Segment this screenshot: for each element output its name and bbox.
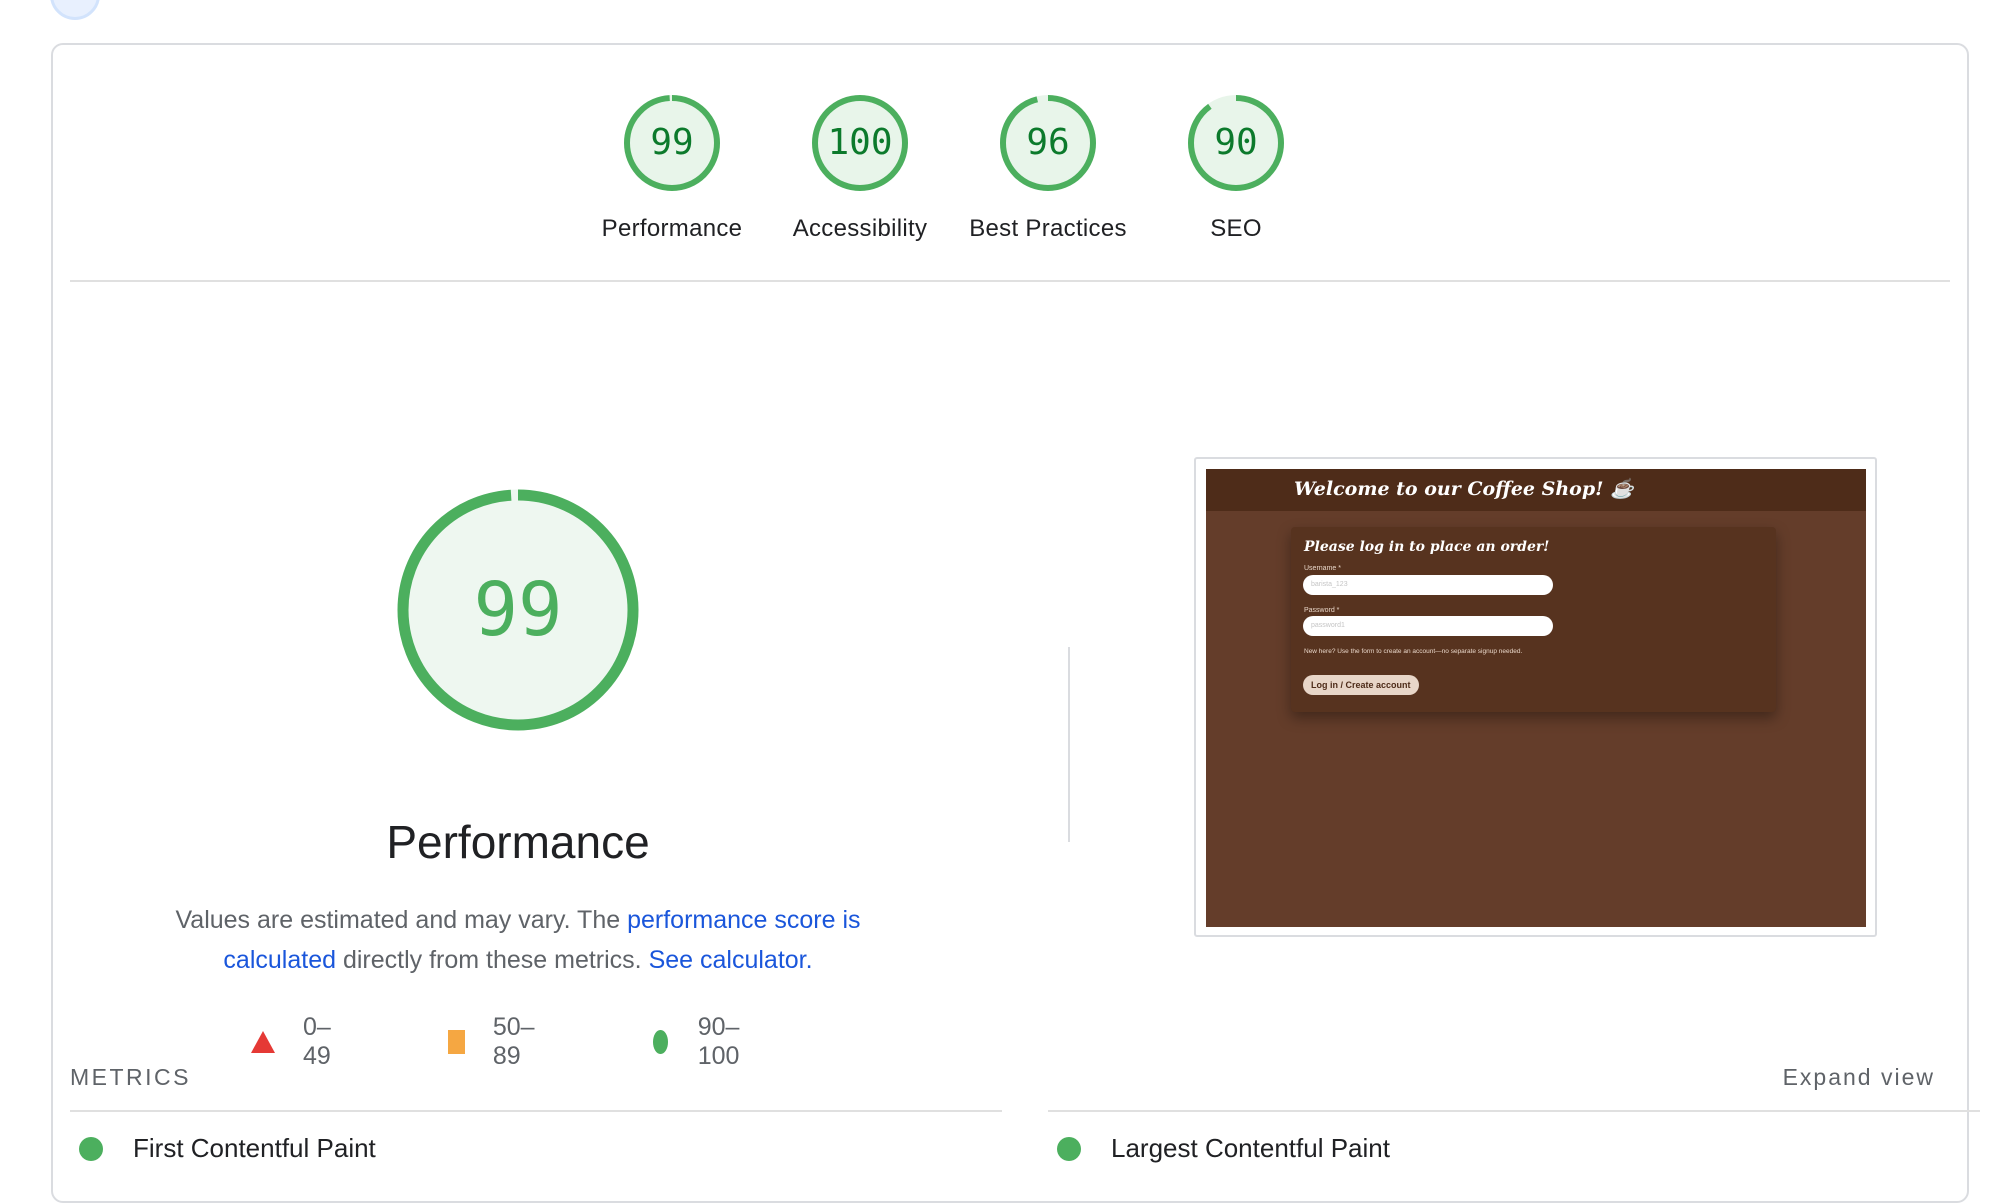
gauge-score: 99 — [650, 122, 694, 163]
gauge-score: 90 — [1214, 122, 1258, 163]
screenshot-header: Welcome to our Coffee Shop! ☕ — [1206, 469, 1866, 511]
screenshot-hint-text: New here? Use the form to create an acco… — [1304, 648, 1523, 655]
screenshot-username-field: barista_123 — [1303, 575, 1553, 595]
metric-first-contentful-paint[interactable]: First Contentful Paint — [79, 1133, 376, 1164]
final-screenshot: Welcome to our Coffee Shop! ☕ Please log… — [1206, 469, 1866, 927]
legend-fail: 0–49 — [251, 1013, 331, 1071]
legend-average: 50–89 — [448, 1013, 542, 1071]
gauge-score: 96 — [1026, 122, 1070, 163]
legend-pass: 90–100 — [653, 1013, 749, 1071]
metric-largest-contentful-paint[interactable]: Largest Contentful Paint — [1057, 1133, 1390, 1164]
performance-description: Values are estimated and may vary. The p… — [168, 900, 868, 980]
screenshot-header-title: Welcome to our Coffee Shop! ☕ — [1294, 478, 1634, 500]
main-gauge-score: 99 — [473, 567, 563, 653]
vertical-divider — [1068, 647, 1070, 842]
desc-text-1: Values are estimated and may vary. The — [175, 906, 628, 934]
pass-dot-icon — [79, 1136, 103, 1161]
gauge-best-practices[interactable]: 96 Best Practices — [948, 93, 1148, 243]
gauge-label: Accessibility — [792, 215, 928, 242]
gauge-label: Performance — [601, 215, 743, 242]
square-icon — [448, 1030, 465, 1054]
screenshot-password-field: password1 — [1303, 616, 1553, 636]
gauge-accessibility[interactable]: 100 Accessibility — [760, 93, 960, 243]
top-header-partial — [0, 0, 2002, 20]
header-gauge-icon — [50, 0, 100, 20]
metric-label: Largest Contentful Paint — [1111, 1133, 1390, 1163]
performance-main-gauge: 99 — [393, 485, 643, 735]
gauge-label: SEO — [1210, 215, 1262, 242]
final-screenshot-frame[interactable]: Welcome to our Coffee Shop! ☕ Please log… — [1194, 457, 1877, 937]
expand-view-toggle[interactable]: Expand view — [1783, 1064, 1935, 1091]
triangle-icon — [251, 1031, 275, 1053]
metrics-heading: METRICS — [70, 1064, 191, 1090]
screenshot-login-panel: Please log in to place an order! Usernam… — [1291, 527, 1776, 712]
see-calculator-link[interactable]: See calculator. — [649, 946, 813, 974]
legend-range: 0–49 — [303, 1013, 331, 1070]
desc-text-2: directly from these metrics. — [336, 946, 649, 974]
circle-icon — [653, 1030, 668, 1054]
metrics-divider-left — [70, 1110, 1002, 1112]
report-card: 99 Performance 100 Accessibility 96 Best… — [51, 43, 1980, 1203]
screenshot-panel-title: Please log in to place an order! — [1304, 539, 1550, 555]
gauge-score: 100 — [827, 122, 893, 163]
gauge-label: Best Practices — [969, 215, 1127, 242]
screenshot-login-button: Log in / Create account — [1303, 675, 1419, 695]
metrics-divider-right — [1048, 1110, 1980, 1112]
gauge-seo[interactable]: 90 SEO — [1136, 93, 1336, 243]
screenshot-username-label: Username * — [1304, 565, 1341, 572]
gauge-performance[interactable]: 99 Performance — [572, 93, 772, 243]
legend-range: 90–100 — [697, 1013, 740, 1070]
metric-label: First Contentful Paint — [133, 1133, 376, 1163]
gauges-divider — [70, 280, 1950, 282]
screenshot-password-label: Password * — [1304, 607, 1340, 614]
pass-dot-icon — [1057, 1136, 1081, 1161]
score-gauges: 99 Performance 100 Accessibility 96 Best… — [53, 93, 1967, 253]
performance-title: Performance — [386, 816, 650, 868]
legend-range: 50–89 — [492, 1013, 535, 1070]
